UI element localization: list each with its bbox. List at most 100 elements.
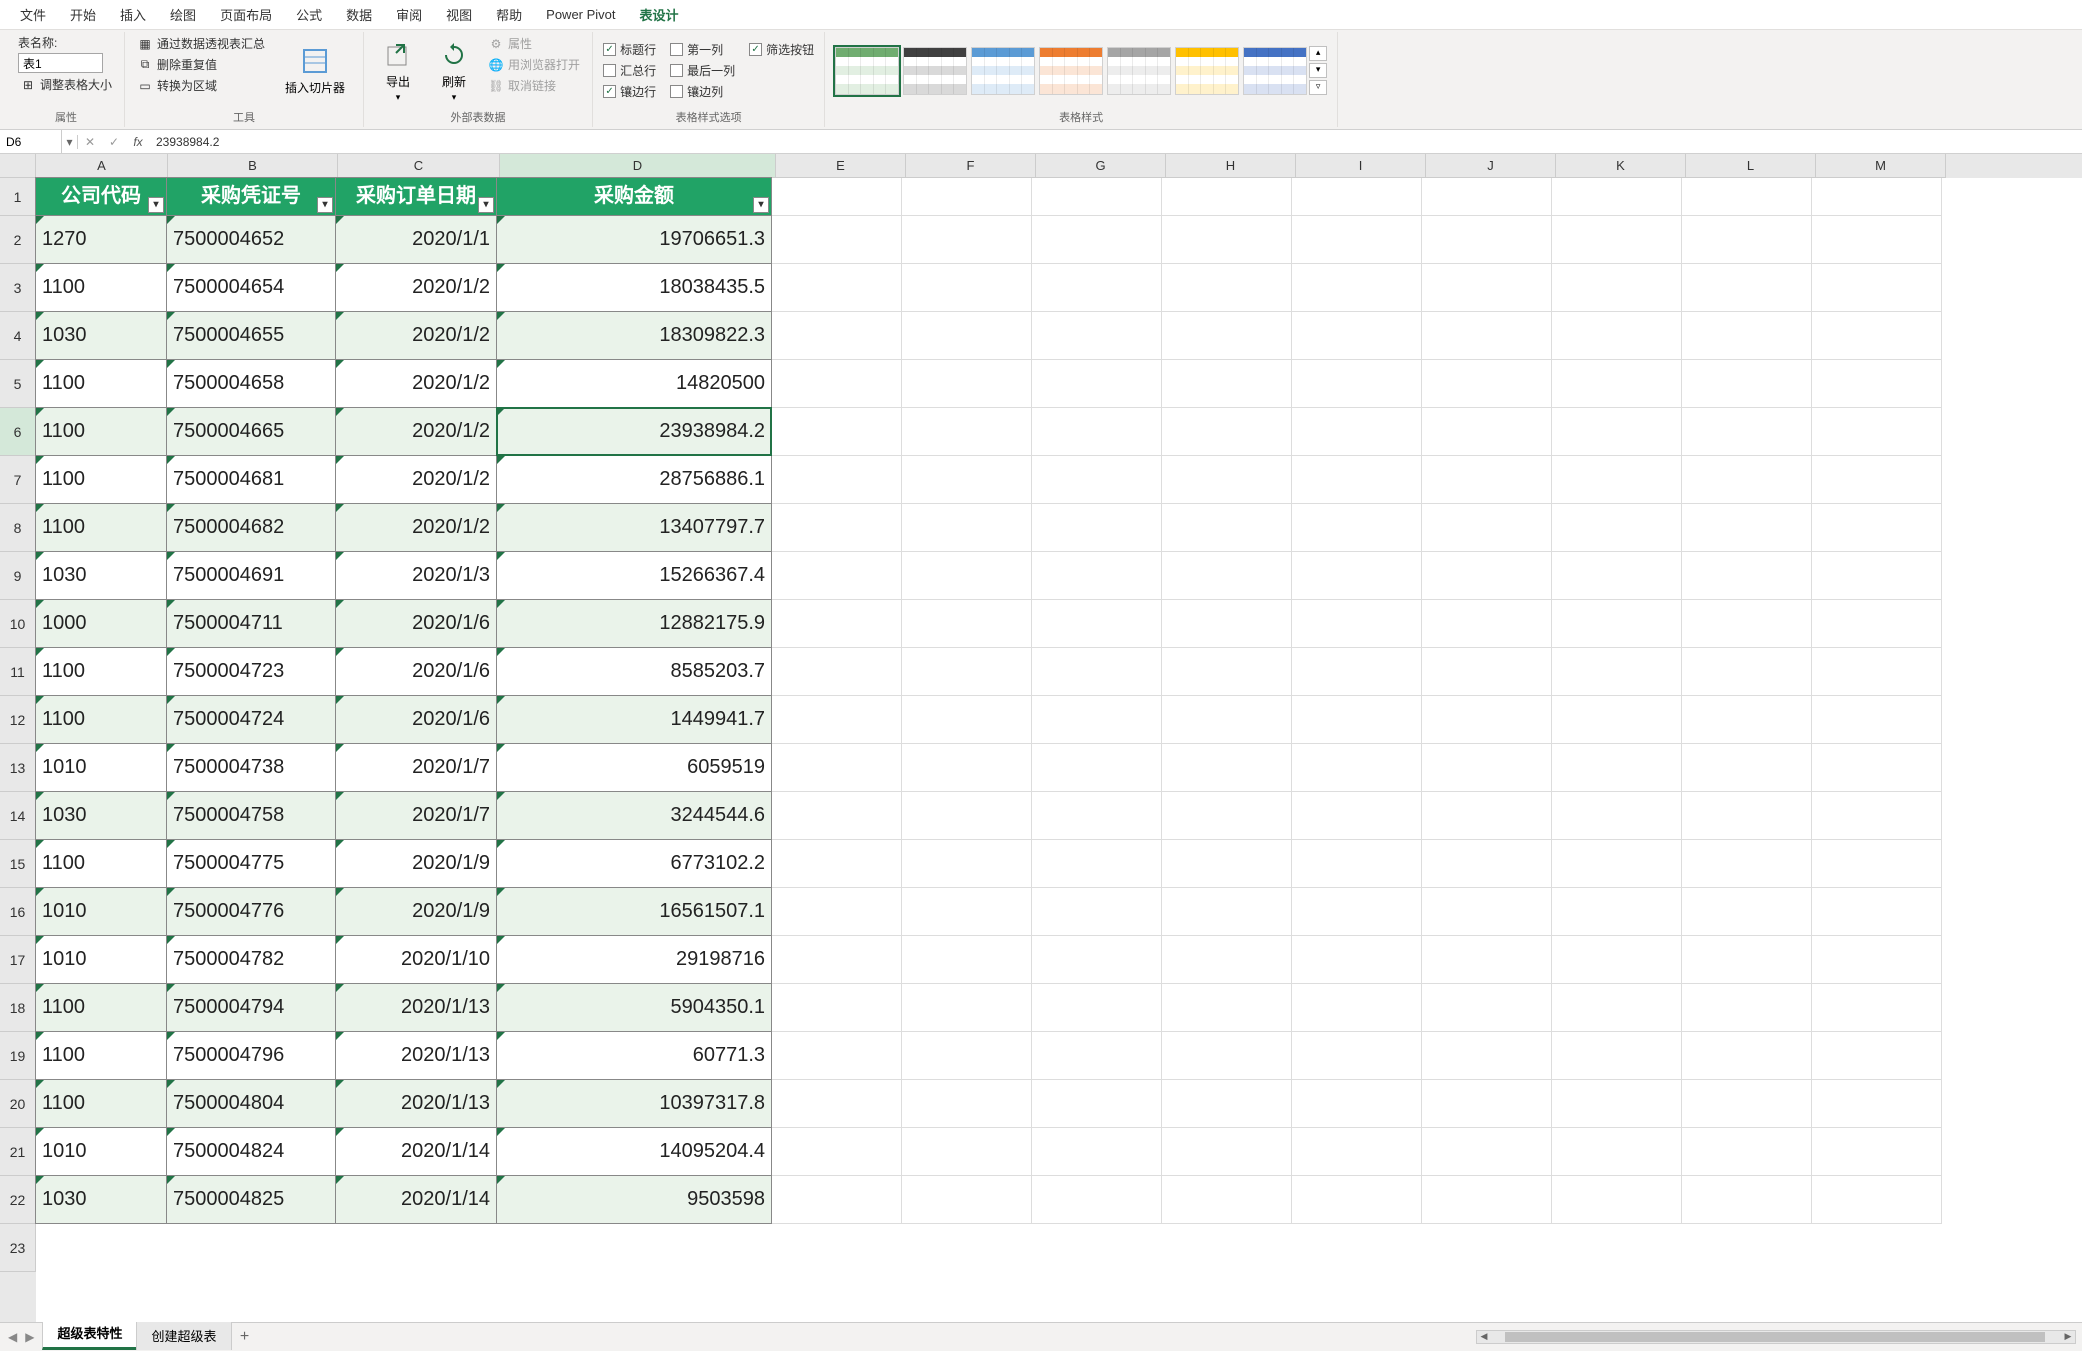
cell-empty[interactable] [902,984,1032,1032]
row-header-11[interactable]: 11 [0,648,36,696]
hscroll-left-arrow[interactable]: ◀ [1477,1331,1491,1342]
cell-empty[interactable] [1682,840,1812,888]
cell-empty[interactable] [1422,1032,1552,1080]
cell-empty[interactable] [1032,552,1162,600]
table-cell[interactable]: 7500004723 [166,647,336,696]
cell-empty[interactable] [1552,504,1682,552]
ribbon-tab-绘图[interactable]: 绘图 [158,0,208,30]
cell-empty[interactable] [902,178,1032,216]
table-cell[interactable]: 2020/1/2 [335,503,497,552]
table-cell[interactable]: 2020/1/7 [335,791,497,840]
table-cell[interactable]: 1010 [35,1127,167,1176]
cell-empty[interactable] [772,360,902,408]
row-header-14[interactable]: 14 [0,792,36,840]
cell-empty[interactable] [1292,408,1422,456]
cell-empty[interactable] [1162,696,1292,744]
col-header-D[interactable]: D [500,154,776,178]
cell-empty[interactable] [902,312,1032,360]
table-name-input[interactable] [18,53,103,73]
filter-button[interactable]: ▾ [753,197,769,213]
cell-empty[interactable] [1292,216,1422,264]
table-cell[interactable]: 1100 [35,359,167,408]
cell-empty[interactable] [772,984,902,1032]
name-box-dropdown[interactable]: ▾ [62,135,78,149]
cell-empty[interactable] [1292,744,1422,792]
cell-empty[interactable] [1552,984,1682,1032]
cell-empty[interactable] [1812,504,1942,552]
resize-table-button[interactable]: ⊞ 调整表格大小 [18,75,114,94]
cell-empty[interactable] [1032,984,1162,1032]
table-cell[interactable]: 7500004681 [166,455,336,504]
col-header-F[interactable]: F [906,154,1036,178]
col-header-J[interactable]: J [1426,154,1556,178]
cell-empty[interactable] [902,504,1032,552]
cell-empty[interactable] [1292,1032,1422,1080]
cb-banded-rows[interactable]: 镶边行 [603,83,656,100]
table-cell[interactable]: 1100 [35,983,167,1032]
row-header-17[interactable]: 17 [0,936,36,984]
ribbon-tab-帮助[interactable]: 帮助 [484,0,534,30]
table-header-3[interactable]: 采购金额▾ [496,177,772,216]
cell-empty[interactable] [1032,456,1162,504]
table-cell[interactable]: 9503598 [496,1175,772,1224]
cell-empty[interactable] [1682,984,1812,1032]
cell-empty[interactable] [1422,696,1552,744]
cell-empty[interactable] [1552,840,1682,888]
table-cell[interactable]: 2020/1/2 [335,359,497,408]
ribbon-tab-开始[interactable]: 开始 [58,0,108,30]
table-cell[interactable]: 1270 [35,215,167,264]
cell-empty[interactable] [1812,312,1942,360]
row-header-22[interactable]: 22 [0,1176,36,1224]
sheet-nav-next[interactable]: ▶ [25,1330,34,1344]
table-cell[interactable]: 12882175.9 [496,599,772,648]
cell-empty[interactable] [1292,1128,1422,1176]
cell-empty[interactable] [1682,600,1812,648]
table-cell[interactable]: 1100 [35,1079,167,1128]
style-more-button[interactable]: ▿ [1309,80,1327,95]
table-header-2[interactable]: 采购订单日期▾ [335,177,497,216]
cell-empty[interactable] [1162,264,1292,312]
table-cell[interactable]: 15266367.4 [496,551,772,600]
cell-empty[interactable] [1292,456,1422,504]
cell-empty[interactable] [1552,456,1682,504]
cell-empty[interactable] [1292,264,1422,312]
filter-button[interactable]: ▾ [317,197,333,213]
cell-empty[interactable] [1162,648,1292,696]
cell-empty[interactable] [1422,360,1552,408]
table-cell[interactable]: 2020/1/2 [335,407,497,456]
cell-empty[interactable] [772,888,902,936]
cb-last-col[interactable]: 最后一列 [670,62,735,79]
cell-empty[interactable] [1292,792,1422,840]
cell-empty[interactable] [1032,648,1162,696]
cell-empty[interactable] [1552,216,1682,264]
row-header-8[interactable]: 8 [0,504,36,552]
cell-empty[interactable] [1032,408,1162,456]
cell-empty[interactable] [1682,648,1812,696]
cell-empty[interactable] [1552,1032,1682,1080]
cell-empty[interactable] [1162,456,1292,504]
cell-empty[interactable] [1682,936,1812,984]
cell-empty[interactable] [1682,552,1812,600]
formula-input[interactable]: 23938984.2 [150,135,2082,149]
col-header-K[interactable]: K [1556,154,1686,178]
cell-empty[interactable] [1422,504,1552,552]
cell-empty[interactable] [902,1032,1032,1080]
cell-empty[interactable] [1032,744,1162,792]
cell-empty[interactable] [772,792,902,840]
cell-empty[interactable] [1682,696,1812,744]
col-header-G[interactable]: G [1036,154,1166,178]
table-cell[interactable]: 2020/1/10 [335,935,497,984]
cell-empty[interactable] [1812,648,1942,696]
cell-empty[interactable] [1682,888,1812,936]
cell-empty[interactable] [1812,696,1942,744]
cell-empty[interactable] [1552,936,1682,984]
table-cell[interactable]: 1100 [35,647,167,696]
table-header-1[interactable]: 采购凭证号▾ [166,177,336,216]
cell-empty[interactable] [1812,888,1942,936]
cell-empty[interactable] [1162,312,1292,360]
cell-empty[interactable] [1422,840,1552,888]
row-header-20[interactable]: 20 [0,1080,36,1128]
insert-slicer-button[interactable]: 插入切片器 [277,34,353,107]
convert-range-button[interactable]: ▭ 转换为区域 [135,76,267,95]
table-cell[interactable]: 1030 [35,311,167,360]
